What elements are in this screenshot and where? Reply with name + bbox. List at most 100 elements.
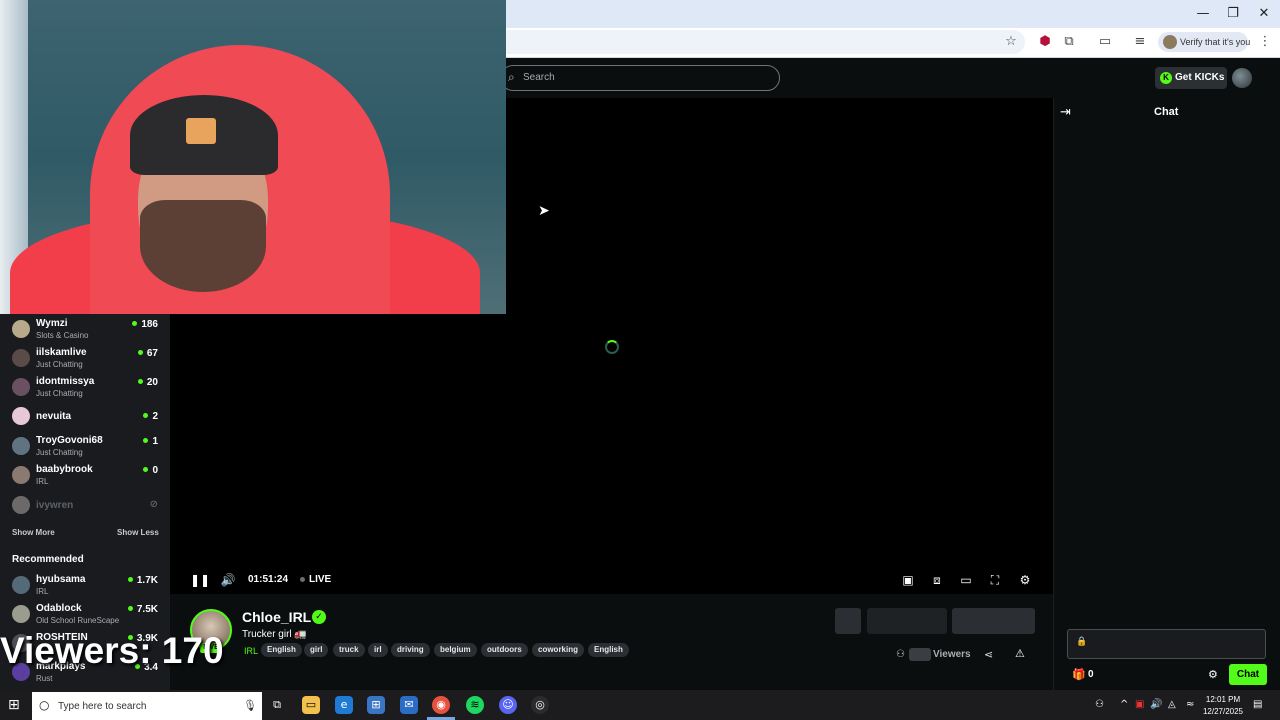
ublock-extension-icon[interactable]: ⬢ bbox=[1035, 33, 1055, 51]
pause-icon[interactable]: ❚❚ bbox=[190, 572, 210, 588]
stream-title-text: Trucker girl bbox=[242, 629, 292, 640]
stream-tag[interactable]: driving bbox=[391, 643, 430, 657]
stream-tag[interactable]: English bbox=[588, 643, 629, 657]
theater-mode-icon[interactable]: ▭ bbox=[957, 572, 975, 588]
microphone-icon[interactable]: 🎙 bbox=[243, 699, 257, 712]
mini-player-icon[interactable]: ▣ bbox=[899, 572, 917, 588]
get-kicks-button[interactable]: K Get KICKs bbox=[1155, 67, 1227, 89]
clip-icon[interactable]: ⧈ bbox=[928, 572, 946, 588]
maximize-button[interactable]: ❐ bbox=[1218, 4, 1248, 24]
sidebar-channel[interactable]: baabybrook IRL 0 bbox=[0, 462, 170, 490]
windows-start-icon[interactable]: ⊞ bbox=[8, 697, 20, 713]
live-dot-icon bbox=[127, 577, 133, 582]
live-label[interactable]: LIVE bbox=[309, 574, 331, 585]
channel-category: IRL bbox=[36, 477, 49, 486]
sidebar-channel[interactable]: TroyGovoni68 Just Chatting 1 bbox=[0, 433, 170, 461]
sidebar-channel-offline[interactable]: ivywren ⊘ bbox=[0, 492, 170, 520]
taskbar-clock-time[interactable]: 12:01 PM bbox=[1205, 695, 1241, 704]
channel-category: Just Chatting bbox=[36, 448, 83, 457]
action-placeholder[interactable] bbox=[835, 608, 861, 634]
discord-icon[interactable]: ☺ bbox=[499, 696, 517, 714]
task-view-icon[interactable]: ⧉ bbox=[268, 696, 286, 714]
sidebar-channel[interactable]: iilskamlive Just Chatting 67 bbox=[0, 345, 170, 373]
stream-tag[interactable]: coworking bbox=[532, 643, 585, 657]
channel-name: TroyGovoni68 bbox=[36, 435, 103, 446]
stream-tag[interactable]: outdoors bbox=[481, 643, 528, 657]
live-dot-icon bbox=[143, 438, 149, 443]
viewer-count: 186 bbox=[132, 319, 158, 330]
edge-icon[interactable]: e bbox=[335, 696, 353, 714]
report-warning-icon[interactable]: ⚠ bbox=[1015, 647, 1025, 660]
chat-title: Chat bbox=[1154, 106, 1179, 118]
spotify-icon[interactable]: ≋ bbox=[466, 696, 484, 714]
offline-icon: ⊘ bbox=[149, 499, 158, 510]
obs-icon[interactable]: ◎ bbox=[531, 696, 549, 714]
truck-emoji-icon: 🚛 bbox=[294, 629, 307, 640]
collapse-chat-icon[interactable]: ⇥ bbox=[1060, 105, 1071, 120]
sidebar-channel[interactable]: hyubsama IRL 1.7K bbox=[0, 572, 170, 600]
action-placeholder[interactable] bbox=[952, 608, 1035, 634]
search-placeholder: Search bbox=[523, 72, 555, 83]
notification-icon[interactable]: ▤ bbox=[1253, 699, 1262, 710]
live-indicator-dot bbox=[300, 577, 305, 582]
sidebar-channel[interactable]: idontmissya Just Chatting 20 bbox=[0, 374, 170, 402]
reading-list-icon[interactable]: ≡ bbox=[1130, 33, 1150, 51]
tab-search-icon[interactable]: ▭ bbox=[1095, 33, 1115, 51]
chat-send-button[interactable]: Chat bbox=[1229, 664, 1267, 685]
store-icon[interactable]: ⊞ bbox=[367, 696, 385, 714]
avatar bbox=[12, 605, 30, 623]
verify-chip-label: Verify that it's you bbox=[1180, 37, 1251, 47]
viewer-count-value: 20 bbox=[146, 377, 158, 388]
share-icon[interactable]: ⋖ bbox=[984, 648, 993, 661]
stream-category[interactable]: IRL bbox=[244, 646, 258, 656]
chat-input[interactable] bbox=[1067, 629, 1266, 659]
chrome-icon[interactable]: ◉ bbox=[432, 696, 450, 714]
search-icon: ⌕ bbox=[508, 70, 515, 84]
close-button[interactable]: ✕ bbox=[1249, 4, 1279, 24]
stream-tag[interactable]: irl bbox=[368, 643, 388, 657]
channel-name: iilskamlive bbox=[36, 347, 87, 358]
volume-tray-icon[interactable]: 🔊 bbox=[1150, 699, 1162, 710]
address-bar[interactable] bbox=[480, 30, 1025, 54]
viewer-count: 67 bbox=[137, 348, 158, 359]
taskbar-clock-date[interactable]: 12/27/2025 bbox=[1201, 707, 1245, 716]
extensions-icon[interactable]: ⧉ bbox=[1059, 33, 1079, 51]
bookmark-star-icon[interactable]: ☆ bbox=[1001, 33, 1021, 51]
chat-settings-icon[interactable]: ⚙ bbox=[1208, 668, 1218, 681]
chat-panel bbox=[1053, 98, 1280, 690]
user-avatar[interactable] bbox=[1232, 68, 1252, 88]
people-icon[interactable]: ⚇ bbox=[1095, 699, 1104, 710]
stream-tag[interactable]: belgium bbox=[434, 643, 477, 657]
channel-name: idontmissya bbox=[36, 376, 95, 387]
show-more-link[interactable]: Show More bbox=[12, 528, 55, 537]
sidebar-channel[interactable]: Wymzi Slots & Casino 186 bbox=[0, 316, 170, 344]
file-explorer-icon[interactable]: ▭ bbox=[302, 696, 320, 714]
stream-tag[interactable]: girl bbox=[304, 643, 329, 657]
sidebar-channel[interactable]: Odablock Old School RuneScape 7.5K bbox=[0, 601, 170, 629]
stream-tag[interactable]: English bbox=[261, 643, 302, 657]
avatar bbox=[12, 576, 30, 594]
viewer-count-value: 2 bbox=[152, 411, 158, 422]
verified-badge-icon: ✓ bbox=[312, 610, 326, 624]
stream-tag[interactable]: truck bbox=[333, 643, 365, 657]
profile-verify-chip[interactable]: Verify that it's you bbox=[1158, 32, 1251, 52]
webcam-overlay bbox=[0, 0, 506, 314]
network-icon[interactable]: ◬ bbox=[1168, 699, 1176, 710]
mail-icon[interactable]: ✉ bbox=[400, 696, 418, 714]
show-less-link[interactable]: Show Less bbox=[117, 528, 159, 537]
minimize-button[interactable]: — bbox=[1188, 4, 1218, 24]
viewer-count: 0 bbox=[143, 465, 158, 476]
volume-icon[interactable]: 🔊 bbox=[219, 572, 237, 588]
settings-icon[interactable]: ⚙ bbox=[1016, 572, 1034, 588]
sidebar-channel[interactable]: nevuita 2 bbox=[0, 403, 170, 431]
viewer-count: 20 bbox=[137, 377, 158, 388]
fullscreen-icon[interactable]: ⛶ bbox=[986, 572, 1004, 588]
wifi-icon[interactable]: ≈ bbox=[1186, 699, 1194, 710]
show-hidden-icons-icon[interactable]: ^ bbox=[1120, 699, 1128, 710]
action-placeholder[interactable] bbox=[867, 608, 947, 634]
browser-menu-icon[interactable]: ⋮ bbox=[1255, 33, 1275, 51]
mouse-cursor-icon: ➤ bbox=[538, 203, 550, 219]
streamer-name[interactable]: Chloe_IRL bbox=[242, 609, 311, 625]
antivirus-tray-icon[interactable]: ▣ bbox=[1135, 699, 1144, 710]
gift-icon[interactable]: 🎁 bbox=[1072, 668, 1086, 681]
